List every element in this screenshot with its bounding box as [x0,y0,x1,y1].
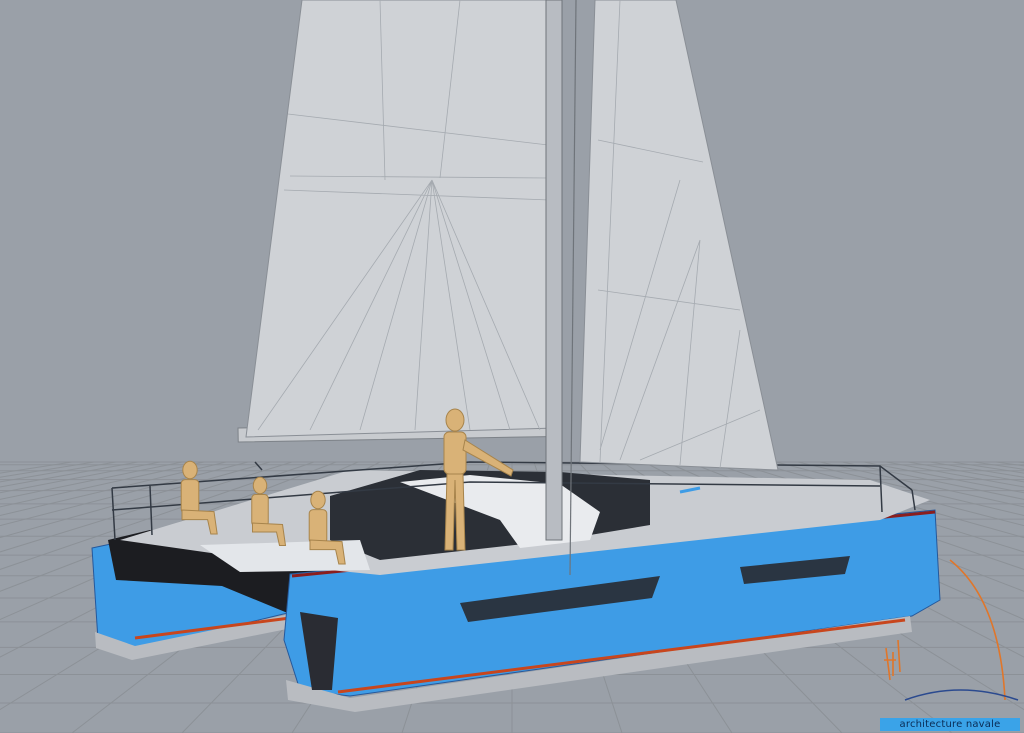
mast [545,0,577,576]
brand-label: architecture navale [880,718,1020,731]
3d-viewport [0,0,1024,733]
mainsail [245,0,557,438]
headsail [579,0,779,471]
